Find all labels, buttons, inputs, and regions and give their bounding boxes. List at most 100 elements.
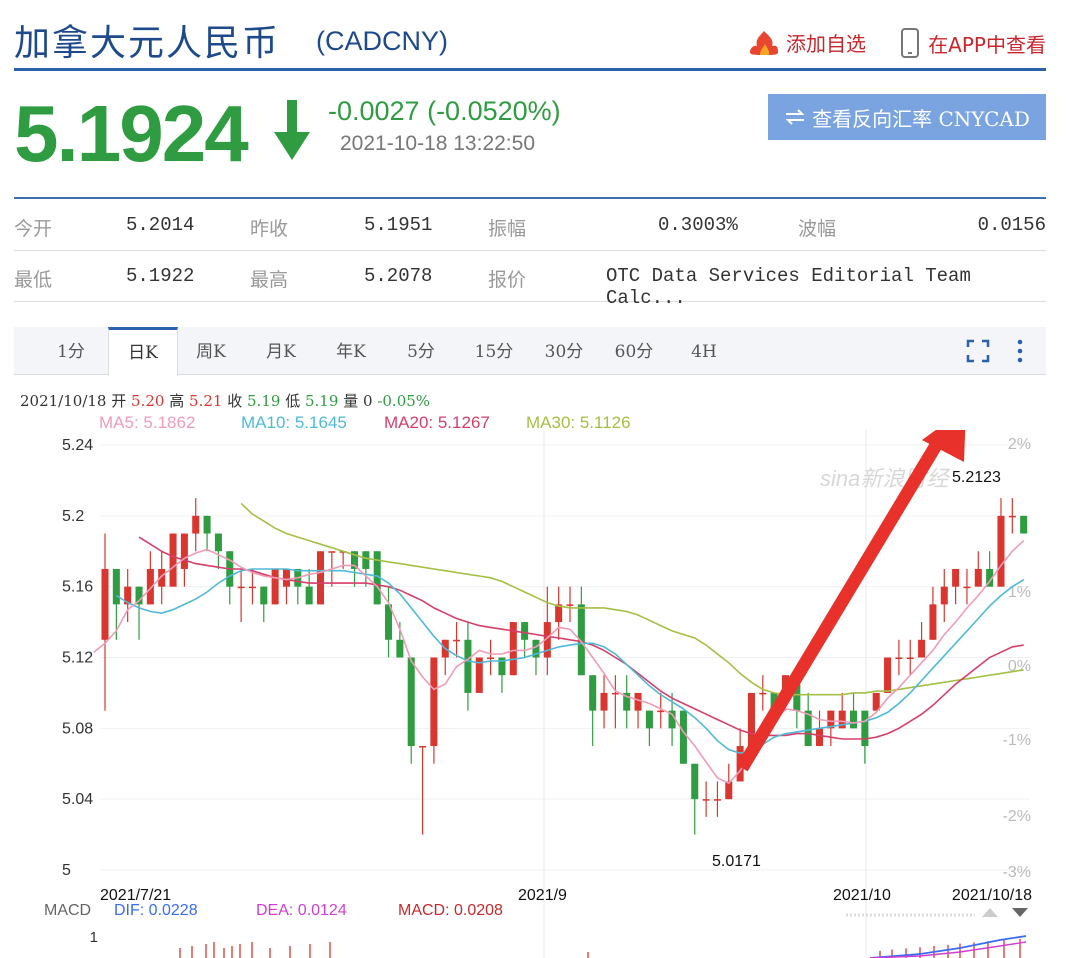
candle-body bbox=[997, 515, 1005, 587]
open-label: 今开 bbox=[14, 218, 53, 240]
candle-body bbox=[600, 692, 608, 711]
candle-body bbox=[430, 657, 438, 747]
candle-body bbox=[679, 710, 687, 764]
open-value: 5.2014 bbox=[126, 214, 195, 236]
price-change: -0.0027 (-0.0520%) bbox=[328, 96, 561, 126]
page-title: 加拿大元人民币 bbox=[14, 23, 281, 64]
arrow-down-icon bbox=[274, 100, 310, 160]
y-tick-label: 5.12 bbox=[62, 650, 93, 667]
amplitude-label: 振幅 bbox=[488, 218, 527, 240]
candle-body bbox=[419, 746, 427, 748]
tab-1min[interactable]: 1分 bbox=[46, 327, 96, 375]
fullscreen-icon[interactable] bbox=[966, 339, 990, 363]
tab-5min[interactable]: 5分 bbox=[396, 327, 446, 375]
tab-weekly[interactable]: 周K bbox=[186, 327, 236, 375]
view-in-app-label: 在APP中查看 bbox=[928, 32, 1046, 57]
candle-body bbox=[260, 586, 268, 605]
prev-close-value: 5.1951 bbox=[364, 214, 433, 236]
page-header: 加拿大元人民币 (CADCNY) 添加自选 在APP中查看 bbox=[14, 0, 1046, 72]
stats-row: 今开 5.2014 昨收 5.1951 振幅 0.3003% 波幅 0.0156 bbox=[14, 200, 1046, 251]
candle-body bbox=[203, 515, 211, 534]
high-label: 最高 bbox=[250, 269, 289, 291]
candle-body bbox=[906, 657, 914, 659]
candle-body bbox=[759, 692, 767, 695]
price-divider bbox=[14, 197, 1046, 199]
candle-body bbox=[316, 551, 325, 605]
tab-monthly[interactable]: 月K bbox=[256, 327, 306, 375]
quote-timestamp: 2021-10-18 13:22:50 bbox=[340, 132, 535, 155]
high-value: 5.2078 bbox=[364, 265, 433, 287]
bar-low-label: 低 bbox=[285, 392, 301, 410]
candle-body bbox=[895, 657, 903, 659]
candle-body bbox=[952, 568, 960, 587]
bar-high: 5.21 bbox=[189, 392, 223, 410]
candle-body bbox=[487, 657, 495, 659]
candle-body bbox=[101, 568, 109, 640]
bar-close: 5.19 bbox=[247, 392, 281, 410]
candle-body bbox=[963, 586, 971, 589]
tab-daily[interactable]: 日K bbox=[108, 327, 178, 376]
candle-body bbox=[237, 586, 245, 589]
candle-body bbox=[180, 533, 188, 569]
stats-table: 今开 5.2014 昨收 5.1951 振幅 0.3003% 波幅 0.0156… bbox=[14, 200, 1046, 309]
candle-body bbox=[884, 657, 892, 693]
current-price: 5.1924 bbox=[14, 89, 249, 178]
amplitude-value: 0.3003% bbox=[658, 214, 738, 236]
candle-body bbox=[112, 568, 120, 605]
prev-close-label: 昨收 bbox=[250, 218, 289, 240]
reverse-rate-button[interactable]: 查看反向汇率 CNYCAD bbox=[768, 94, 1046, 140]
candle-body bbox=[861, 710, 869, 747]
y-tick-label: 5.2 bbox=[62, 508, 84, 525]
candle-body bbox=[850, 710, 858, 729]
header-divider bbox=[14, 68, 1046, 71]
y-tick-label: 5.08 bbox=[62, 720, 93, 737]
symbol-code: (CADCNY) bbox=[316, 26, 448, 56]
pct-tick-label: -3% bbox=[1003, 864, 1031, 881]
volatility-value: 0.0156 bbox=[977, 214, 1046, 236]
tab-15min[interactable]: 15分 bbox=[466, 327, 522, 375]
stats-row: 最低 5.1922 最高 5.2078 报价 OTC Data Services… bbox=[14, 251, 1046, 309]
x-axis-label: 2021/10 bbox=[833, 887, 891, 904]
candle-body bbox=[271, 568, 279, 605]
candle-body bbox=[929, 604, 937, 640]
bar-high-label: 高 bbox=[169, 392, 185, 410]
y-tick-label: 5.16 bbox=[62, 579, 93, 596]
low-label: 最低 bbox=[14, 269, 53, 291]
add-watchlist-button[interactable]: 添加自选 bbox=[748, 28, 866, 57]
bar-vol: 0 bbox=[362, 392, 373, 410]
tab-60min[interactable]: 60分 bbox=[606, 327, 662, 375]
more-options-icon[interactable] bbox=[1014, 339, 1026, 363]
candle-body bbox=[407, 657, 415, 747]
tab-30min[interactable]: 30分 bbox=[536, 327, 592, 375]
candle-body bbox=[691, 763, 699, 800]
view-in-app-button[interactable]: 在APP中查看 bbox=[900, 28, 1046, 58]
x-axis-label: 2021/9 bbox=[518, 887, 567, 904]
bar-date: 2021/10/18 bbox=[20, 392, 107, 410]
candle-body bbox=[464, 639, 472, 693]
candle-body bbox=[645, 710, 653, 729]
candle-body bbox=[725, 781, 733, 800]
x-axis-label: 2021/10/18 bbox=[952, 887, 1032, 904]
macd-axis-label: 1 bbox=[90, 929, 98, 946]
candle-body bbox=[169, 533, 177, 587]
macd-dea: DEA: 0.0124 bbox=[256, 902, 347, 919]
scroll-down-icon bbox=[1012, 908, 1028, 917]
candle-body bbox=[362, 551, 370, 569]
pct-tick-label: -2% bbox=[1003, 808, 1031, 825]
candle-body bbox=[192, 515, 200, 534]
volatility-label: 波幅 bbox=[798, 218, 837, 240]
bar-info-line: 2021/10/18 开 5.20 高 5.21 收 5.19 低 5.19 量… bbox=[20, 390, 430, 411]
candle-body bbox=[214, 533, 222, 552]
tab-yearly[interactable]: 年K bbox=[326, 327, 376, 375]
bar-close-label: 收 bbox=[227, 392, 243, 410]
scroll-up-icon bbox=[982, 908, 998, 917]
bar-open: 5.20 bbox=[131, 392, 165, 410]
bar-low: 5.19 bbox=[305, 392, 339, 410]
candlestick-chart[interactable]: 5.245.25.165.125.085.0452%1%0%-1%-2%-3%s… bbox=[0, 430, 1080, 958]
reverse-rate-label: 查看反向汇率 CNYCAD bbox=[812, 106, 1030, 131]
flame-icon bbox=[750, 30, 778, 55]
candle-body bbox=[589, 675, 597, 711]
tab-4h[interactable]: 4H bbox=[682, 327, 726, 375]
period-tabs: 1分 日K 周K 月K 年K 5分 15分 30分 60分 4H bbox=[14, 327, 1046, 376]
candle-body bbox=[872, 692, 880, 711]
